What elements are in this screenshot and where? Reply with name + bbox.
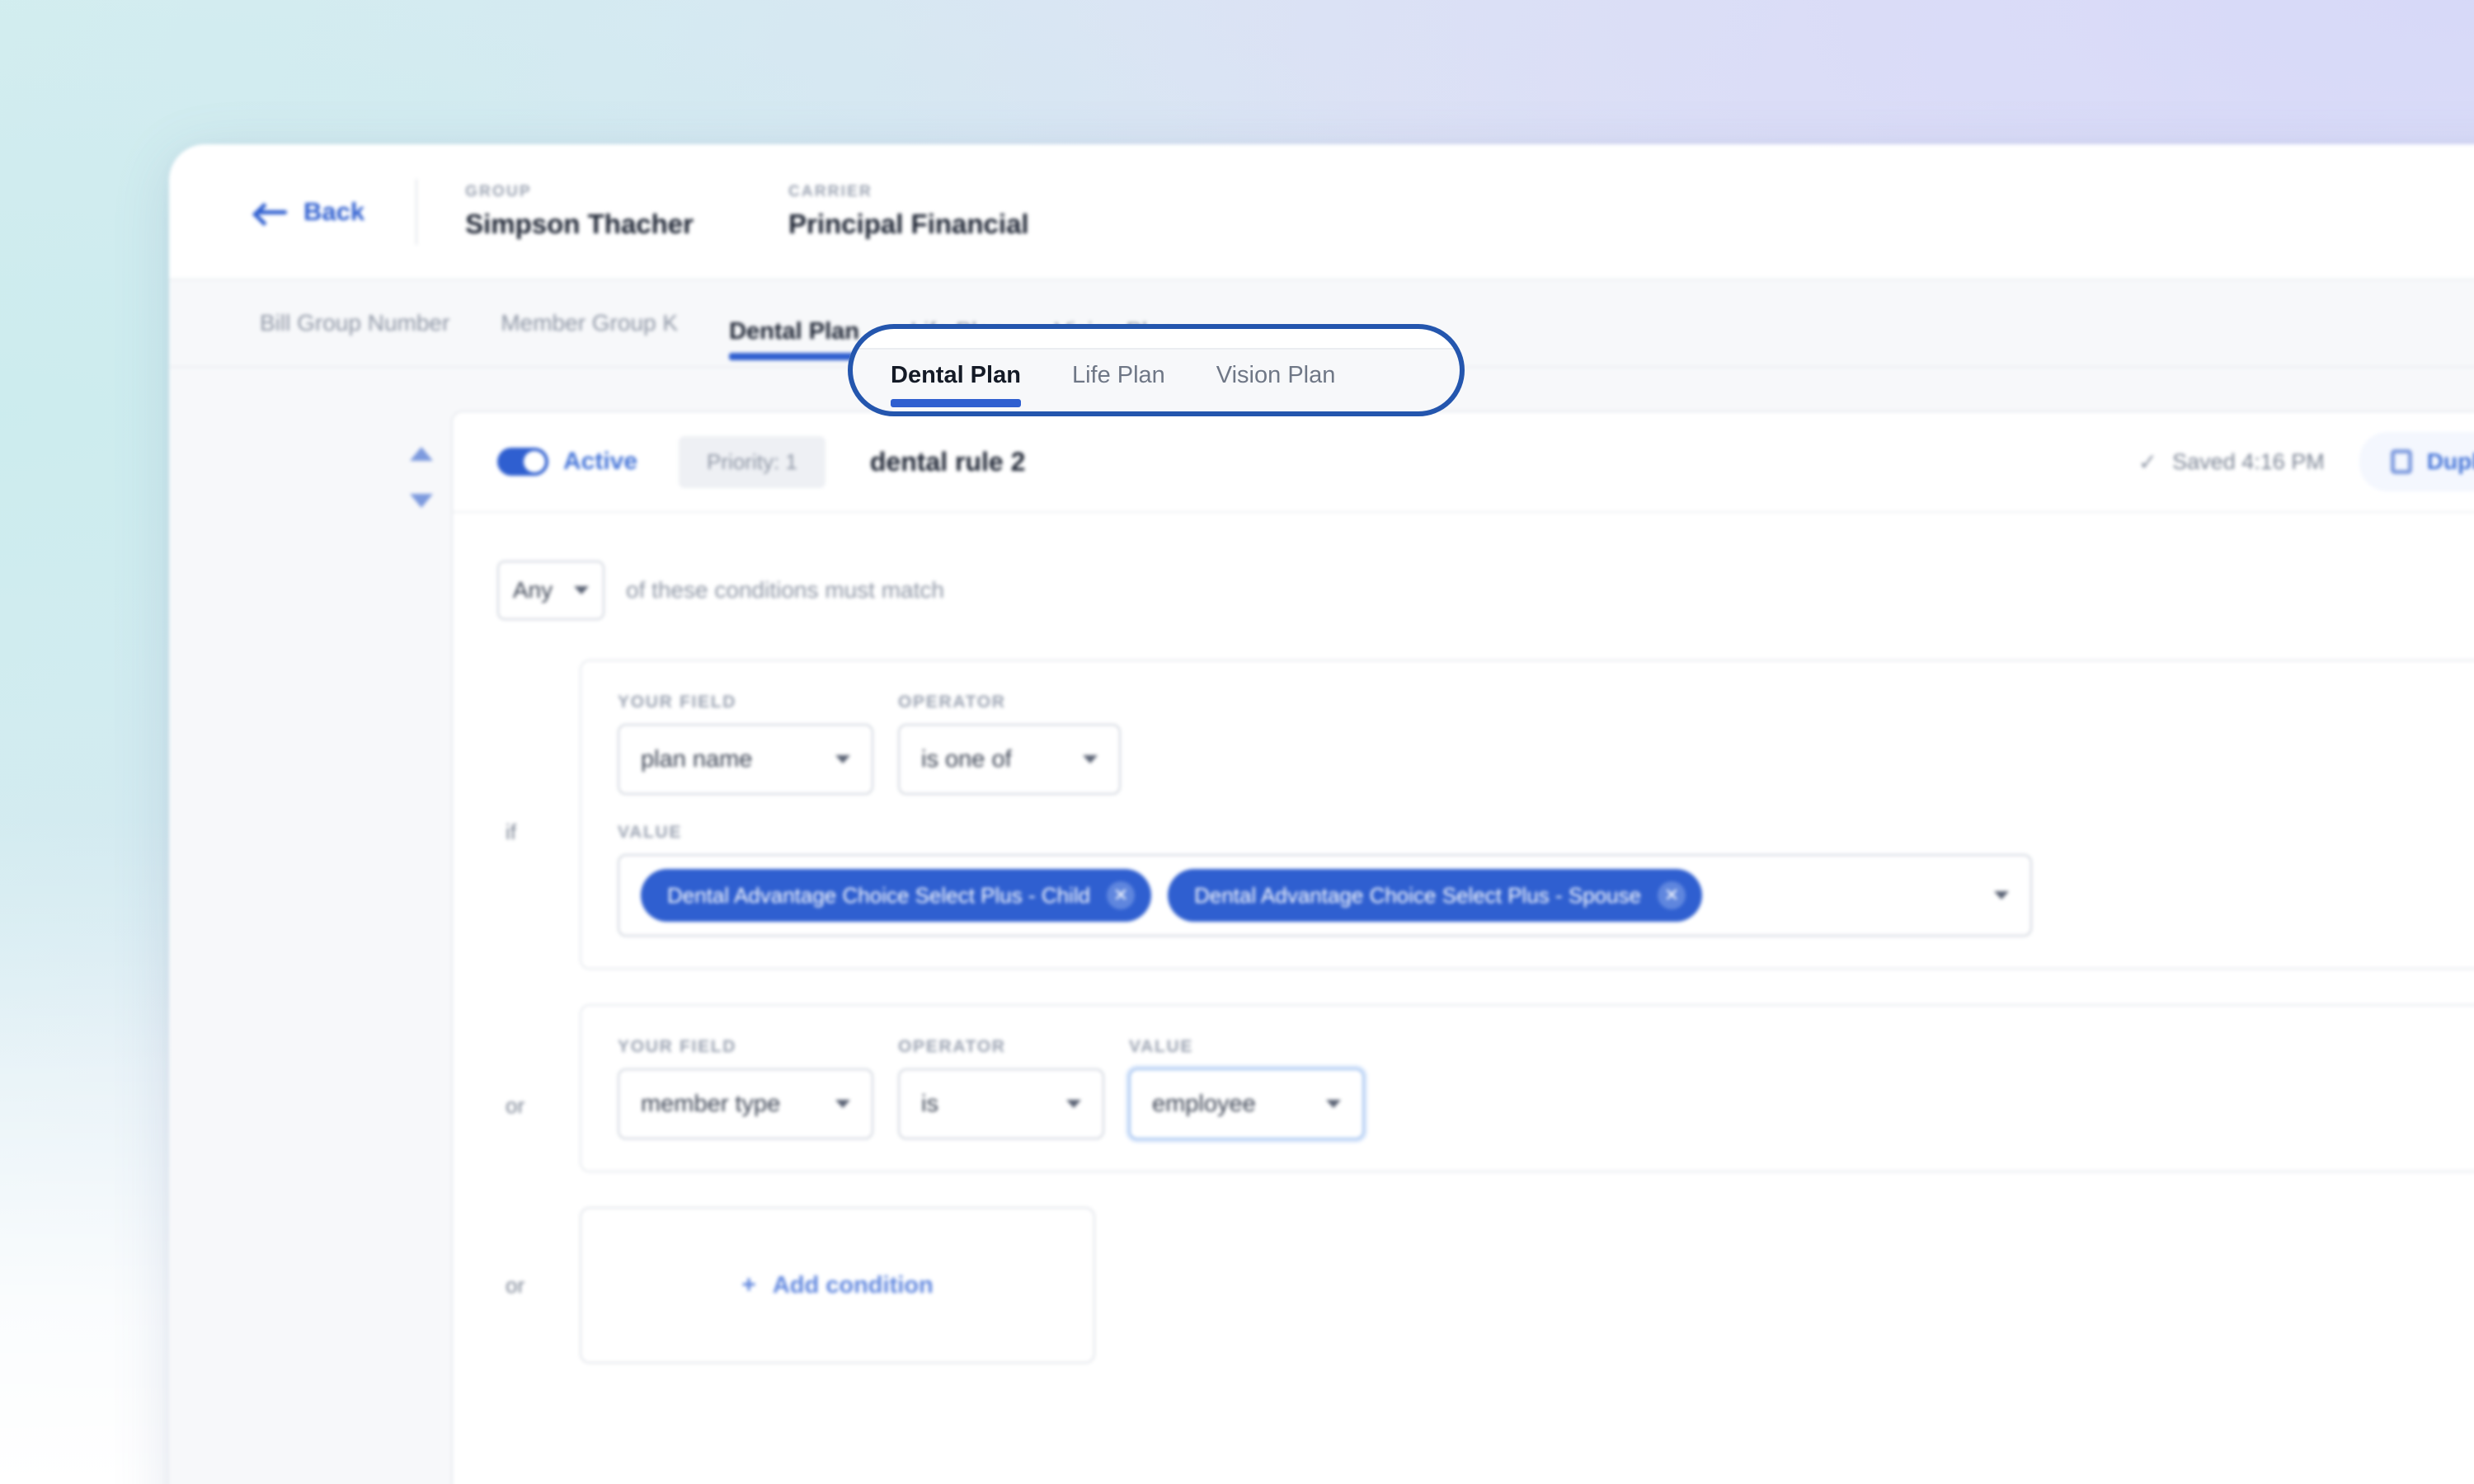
value-chip[interactable]: Dental Advantage Choice Select Plus - Sp… [1168,869,1703,922]
match-description: of these conditions must match [626,577,944,603]
saved-status-text: Saved 4:16 PM [2172,448,2325,474]
rule-header: Active Priority: 1 dental rule 2 ✓ Saved… [453,412,2474,513]
value-select-value: employee [1152,1090,1256,1117]
move-up-icon[interactable] [410,447,433,461]
your-field-select[interactable]: member type [618,1068,873,1139]
your-field-label: YOUR FIELD [618,1037,737,1056]
back-label: Back [303,196,365,226]
connector-if: if [506,819,516,844]
match-row: Any of these conditions must match [453,513,2474,620]
tab-highlight-content: Dental Plan Life Plan Vision Plan [848,324,1465,416]
chevron-down-icon [835,1100,850,1108]
value-group: VALUE Dental Advantage Choice Select Plu… [618,823,2474,937]
tab-vision-plan-highlighted[interactable]: Vision Plan [1216,362,1336,407]
active-label: Active [563,448,638,475]
add-condition-label: Add condition [772,1271,934,1298]
chevron-down-icon[interactable] [1994,891,2009,899]
group-value: Simpson Thacher [465,209,694,239]
rule-body-area: Active Priority: 1 dental rule 2 ✓ Saved… [169,368,2474,1484]
toggle-switch-icon[interactable] [497,448,548,476]
condition-row: if YOUR FIELD plan name OPERATOR is one … [497,660,2474,1004]
condition-1-fields: YOUR FIELD plan name OPERATOR is one of [618,693,2474,795]
operator-select[interactable]: is one of [898,724,1121,795]
carrier-label: CARRIER [788,183,872,200]
value-multiselect[interactable]: Dental Advantage Choice Select Plus - Ch… [618,854,2032,937]
copy-icon [2390,449,2412,474]
tab-highlight-inner: Dental Plan Life Plan Vision Plan [848,324,1465,416]
value-chip[interactable]: Dental Advantage Choice Select Plus - Ch… [641,869,1152,922]
check-icon: ✓ [2138,448,2158,475]
plus-icon: + [741,1271,756,1298]
operator-label: OPERATOR [898,1037,1006,1056]
chevron-down-icon [1083,755,1098,763]
rule-name[interactable]: dental rule 2 [870,447,1026,477]
saved-status: ✓ Saved 4:16 PM [2138,448,2325,476]
condition-row: or YOUR FIELD member type OPERATOR is VA… [497,1004,2474,1207]
duplicate-button[interactable]: Dupl [2359,432,2474,491]
your-field-select[interactable]: plan name [618,724,873,795]
match-type-select[interactable]: Any [497,561,604,620]
your-field-label: YOUR FIELD [618,693,737,711]
add-condition-box[interactable]: + Add condition [580,1207,1095,1364]
topbar-divider [416,178,418,245]
tab-life-plan-highlighted[interactable]: Life Plan [1072,362,1165,407]
condition-box-2: YOUR FIELD member type OPERATOR is VALUE… [580,1004,2474,1172]
carrier-value: Principal Financial [788,209,1029,239]
conditions-list: if YOUR FIELD plan name OPERATOR is one … [453,620,2474,1364]
close-icon[interactable]: ✕ [1107,881,1136,909]
add-condition-row: or + Add condition [497,1207,2474,1364]
operator-value: is [921,1090,938,1117]
condition-box-1: YOUR FIELD plan name OPERATOR is one of … [580,660,2474,970]
group-meta: GROUP Simpson Thacher [465,183,694,240]
your-field-value: member type [641,1090,781,1117]
group-label: GROUP [465,183,532,200]
top-bar: Back GROUP Simpson Thacher CARRIER Princ… [169,144,2474,280]
back-button[interactable]: Back [256,197,365,227]
duplicate-label: Dupl [2426,448,2474,474]
rule-header-actions: ✓ Saved 4:16 PM Dupl [2138,432,2474,491]
move-down-icon[interactable] [410,494,433,508]
chevron-down-icon [1066,1100,1081,1108]
value-group: VALUE employee [1129,1037,1364,1139]
reorder-gutter [392,411,451,1484]
active-toggle[interactable]: Active [497,448,637,476]
carrier-meta: CARRIER Principal Financial [788,183,1029,240]
value-chip-label: Dental Advantage Choice Select Plus - Ch… [667,882,1091,908]
value-chip-label: Dental Advantage Choice Select Plus - Sp… [1194,882,1642,908]
value-label: VALUE [618,823,683,842]
filter-bill-group-number[interactable]: Bill Group Number [260,310,449,336]
add-condition-button[interactable]: + Add condition [741,1271,933,1299]
value-label: VALUE [1129,1037,1194,1056]
close-icon[interactable]: ✕ [1658,881,1686,909]
connector-or: or [506,1092,525,1118]
condition-2-fields: YOUR FIELD member type OPERATOR is VALUE… [618,1037,2474,1139]
tab-dental-plan-highlighted[interactable]: Dental Plan [891,362,1021,407]
filter-member-group-key[interactable]: Member Group K [501,310,678,336]
chevron-down-icon [574,586,590,594]
priority-badge[interactable]: Priority: 1 [679,435,825,488]
operator-group: OPERATOR is [898,1037,1104,1139]
connector-or: or [506,1272,525,1298]
operator-group: OPERATOR is one of [898,693,1121,795]
your-field-group: YOUR FIELD member type [618,1037,873,1139]
tab-dental-plan[interactable]: Dental Plan [729,318,859,367]
operator-label: OPERATOR [898,693,1006,711]
arrow-left-icon [256,203,289,221]
match-type-value: Any [512,577,553,603]
chevron-down-icon [1326,1100,1341,1108]
chevron-down-icon [835,755,850,763]
rule-wrapper: Active Priority: 1 dental rule 2 ✓ Saved… [392,411,2474,1484]
operator-value: is one of [921,745,1012,773]
value-select[interactable]: employee [1129,1068,1364,1139]
your-field-group: YOUR FIELD plan name [618,693,873,795]
your-field-value: plan name [641,745,753,773]
tab-highlight-tabs: Dental Plan Life Plan Vision Plan [891,362,1335,407]
operator-select[interactable]: is [898,1068,1104,1139]
rule-card: Active Priority: 1 dental rule 2 ✓ Saved… [451,411,2474,1484]
